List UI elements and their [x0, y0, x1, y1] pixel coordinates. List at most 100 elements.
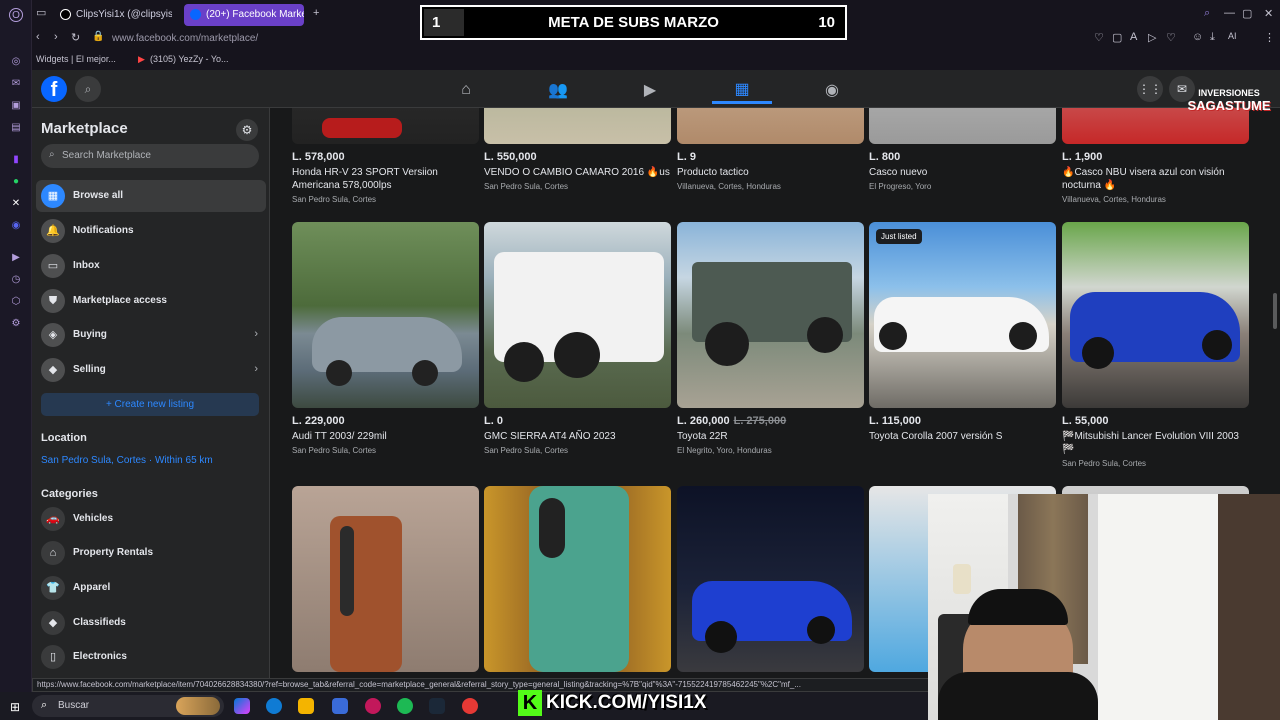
friends-icon[interactable]: 👥 [528, 76, 588, 104]
copilot-icon[interactable] [234, 698, 250, 714]
maximize-icon[interactable]: ▢ [1242, 7, 1252, 20]
opera-gx-icon[interactable] [365, 698, 381, 714]
category-electronics[interactable]: ▯ Electronics [36, 641, 266, 673]
download-icon[interactable]: ⤓ [1210, 31, 1215, 44]
bookmark-icon[interactable]: ♡ [1094, 31, 1104, 44]
snapshot-icon[interactable]: ▢ [1112, 31, 1122, 44]
category-label: Vehicles [73, 513, 114, 524]
sidebar-item-inbox[interactable]: ▭ Inbox [36, 250, 266, 282]
facebook-logo-icon[interactable]: f [41, 76, 67, 102]
listing-photo [677, 222, 864, 408]
gear-icon[interactable]: ⚙ [236, 119, 258, 141]
video-icon[interactable]: ▶ [620, 76, 680, 104]
minimize-icon[interactable]: — [1224, 7, 1235, 19]
history-icon[interactable]: ◷ [9, 272, 23, 286]
facebook-search-icon[interactable]: ⌕ [75, 76, 101, 102]
category-property-rentals[interactable]: ⌂ Property Rentals [36, 537, 266, 569]
windows-start-icon[interactable]: ⊞ [10, 700, 20, 714]
aria-icon[interactable]: ◎ [9, 54, 23, 68]
feed-scrollbar[interactable] [1273, 293, 1277, 329]
listing-card[interactable]: L. 260,000 L. 275,000 Toyota 22R El Negri… [677, 222, 864, 455]
opera-logo-icon[interactable]: O [9, 8, 23, 22]
listing-photo [484, 486, 671, 672]
spotify-icon[interactable] [397, 698, 413, 714]
sidebar-item-marketplace-access[interactable]: ⛊ Marketplace access [36, 285, 266, 317]
obs-icon[interactable] [462, 698, 478, 714]
listing-card[interactable]: L. 9 Producto tactico Villanueva, Cortes… [677, 108, 864, 191]
whatsapp-icon[interactable]: ● [9, 174, 23, 188]
ai-icon[interactable]: AI [1228, 31, 1237, 41]
create-listing-button[interactable]: + Create new listing [41, 393, 259, 416]
social-icon[interactable]: ▣ [9, 98, 23, 112]
category-apparel[interactable]: 👕 Apparel [36, 572, 266, 604]
tab-clipsyisi1x[interactable]: ClipsYisi1x (@clipsyisi1x) [54, 4, 172, 26]
translate-icon[interactable]: A [1130, 31, 1137, 43]
tiktok-icon [60, 9, 71, 20]
category-label: Apparel [73, 582, 111, 593]
tab-overview-icon[interactable]: ▭ [36, 6, 46, 19]
url-field[interactable]: www.facebook.com/marketplace/ [112, 31, 258, 47]
taskbar-search-label: Buscar [58, 700, 90, 711]
back-icon[interactable]: ‹ [36, 31, 40, 43]
sidebar-item-notifications[interactable]: 🔔 Notifications [36, 215, 266, 247]
listing-card[interactable]: L. 550,000 VENDO O CAMBIO CAMARO 2016 🔥u… [484, 108, 671, 191]
heart-icon[interactable]: ♡ [1166, 31, 1176, 44]
sidebar-item-browse-all[interactable]: ▦ Browse all [36, 180, 266, 212]
bookmark-widgets[interactable]: Widgets | El mejor... [36, 54, 116, 64]
reload-icon[interactable]: ↻ [71, 31, 80, 44]
taskbar-search[interactable]: ⌕ Buscar [32, 695, 224, 717]
listing-card[interactable]: L. 55,000 🏁Mitsubishi Lancer Evolution V… [1062, 222, 1249, 468]
sidebar-item-label: Notifications [73, 225, 134, 236]
listing-card[interactable] [292, 486, 479, 672]
listing-card[interactable]: L. 578,000 Honda HR-V 23 SPORT Versiion … [292, 108, 479, 204]
listing-location: San Pedro Sula, Cortes [484, 446, 569, 455]
menu-icon[interactable]: ⋮ [1264, 31, 1275, 44]
category-classifieds[interactable]: ◆ Classifieds [36, 607, 266, 639]
listing-title: Casco nuevo [869, 167, 928, 178]
bookmark-yezzy[interactable]: (3105) YezZy - Yo... [150, 54, 229, 64]
wallet-icon[interactable]: ▤ [9, 120, 23, 134]
file-explorer-icon[interactable] [298, 698, 314, 714]
apps-menu-icon[interactable]: ⋮⋮ [1137, 76, 1163, 102]
player-icon[interactable]: ▶ [9, 250, 23, 264]
listing-card[interactable] [677, 486, 864, 672]
close-window-icon[interactable]: ✕ [1264, 7, 1273, 20]
steam-icon[interactable] [429, 698, 445, 714]
groups-icon[interactable]: ◉ [802, 76, 862, 104]
twitch-icon[interactable]: ▮ [9, 152, 23, 166]
tag-icon: ◆ [41, 358, 65, 382]
send-icon[interactable]: ▷ [1148, 31, 1156, 44]
listing-card[interactable]: L. 229,000 Audi TT 2003/ 229mil San Pedr… [292, 222, 479, 455]
search-highlight-icon [176, 697, 220, 715]
extensions-icon[interactable]: ⬡ [9, 294, 23, 308]
category-vehicles[interactable]: 🚗 Vehicles [36, 503, 266, 535]
edge-icon[interactable] [266, 698, 282, 714]
tab-label: (20+) Facebook Marketplace [206, 9, 304, 20]
search-tabs-icon[interactable]: ⌕ [1204, 7, 1210, 20]
home-icon[interactable]: ⌂ [436, 76, 496, 104]
listing-card[interactable]: L. 800 Casco nuevo El Progreso, Yoro [869, 108, 1056, 191]
x-icon[interactable]: ✕ [9, 196, 23, 210]
new-tab-icon[interactable]: + [313, 7, 319, 19]
tab-facebook-marketplace[interactable]: (20+) Facebook Marketplace [184, 4, 304, 26]
sidebar-item-selling[interactable]: ◆ Selling › [36, 354, 266, 386]
profile-icon[interactable]: ☺ [1192, 31, 1203, 43]
listing-price: L. 0 [484, 415, 503, 427]
listing-photo [869, 108, 1056, 144]
discord-icon[interactable]: ◉ [9, 218, 23, 232]
store-icon[interactable] [332, 698, 348, 714]
forward-icon[interactable]: › [54, 31, 58, 43]
listing-photo [292, 486, 479, 672]
listing-card[interactable]: L. 0 GMC SIERRA AT4 AÑO 2023 San Pedro S… [484, 222, 671, 455]
listing-title: Honda HR-V 23 SPORT Versiion Americana 5… [292, 167, 438, 191]
search-placeholder: Search Marketplace [62, 150, 151, 161]
settings-icon[interactable]: ⚙ [9, 316, 23, 330]
shield-icon: ⛊ [41, 289, 65, 313]
messenger-icon[interactable]: ✉ [9, 76, 23, 90]
marketplace-icon[interactable]: ▦ [712, 76, 772, 104]
listing-card[interactable] [484, 486, 671, 672]
sidebar-item-buying[interactable]: ◈ Buying › [36, 319, 266, 351]
search-input[interactable]: ⌕ Search Marketplace [41, 144, 259, 168]
location-filter-link[interactable]: San Pedro Sula, Cortes · Within 65 km [41, 455, 213, 466]
listing-card[interactable]: Just listed L. 115,000 Toyota Corolla 20… [869, 222, 1056, 443]
